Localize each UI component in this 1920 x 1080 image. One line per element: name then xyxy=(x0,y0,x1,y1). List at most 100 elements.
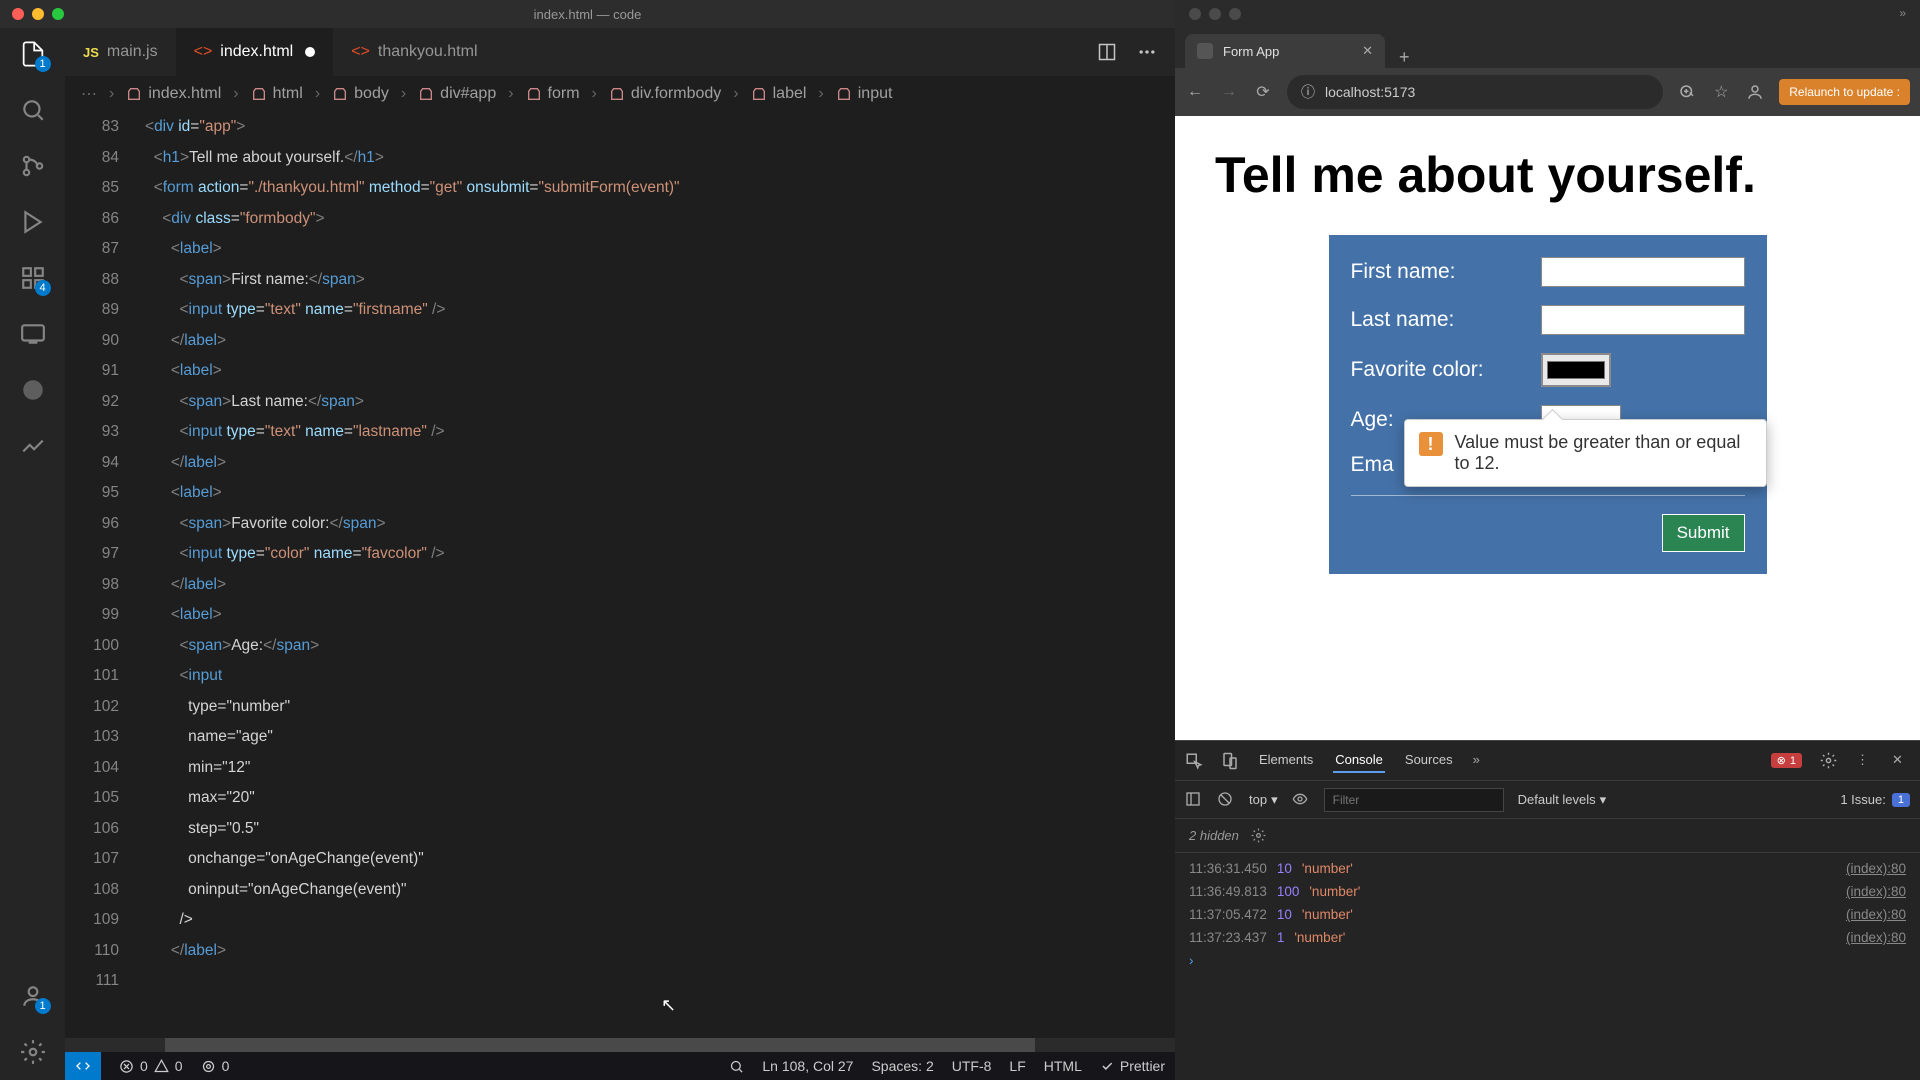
context-selector[interactable]: top▾ xyxy=(1249,792,1278,808)
errors-badge[interactable]: ⊗1 xyxy=(1771,753,1802,768)
console-log-row[interactable]: 11:36:31.45010'number'(index):80 xyxy=(1175,857,1920,880)
log-levels-selector[interactable]: Default levels▾ xyxy=(1518,792,1607,808)
browser-close-button[interactable] xyxy=(1189,8,1201,20)
page-content: Tell me about yourself. First name: Last… xyxy=(1175,116,1920,740)
extensions-badge: 4 xyxy=(35,280,51,296)
editor-tab-main-js[interactable]: JSmain.js xyxy=(65,28,176,76)
devtools-tab-bar: Elements Console Sources » ⊗1 ⋮ ✕ xyxy=(1175,741,1920,781)
eol-button[interactable]: LF xyxy=(1009,1058,1025,1074)
close-tab-icon[interactable]: ✕ xyxy=(1362,43,1373,59)
favcolor-input[interactable] xyxy=(1541,353,1611,387)
page-heading: Tell me about yourself. xyxy=(1215,146,1880,204)
breadcrumb-item[interactable]: div.formbody xyxy=(609,85,721,103)
inspect-icon[interactable] xyxy=(1185,752,1203,770)
editor-tab-index-html[interactable]: <>index.html xyxy=(176,28,334,76)
run-debug-icon[interactable] xyxy=(19,208,47,236)
breadcrumb-item[interactable]: form xyxy=(526,85,580,103)
vscode-window: index.html — code 1 4 xyxy=(0,0,1175,1080)
explorer-icon[interactable]: 1 xyxy=(19,40,47,68)
scrollbar-thumb[interactable] xyxy=(165,1038,1035,1052)
editor-tab-thankyou-html[interactable]: <>thankyou.html xyxy=(333,28,495,76)
maximize-window-button[interactable] xyxy=(52,8,64,20)
split-editor-icon[interactable] xyxy=(1097,42,1117,62)
breadcrumb-item[interactable]: index.html xyxy=(126,85,221,103)
traffic-lights xyxy=(0,8,64,20)
toggle-sidebar-icon[interactable] xyxy=(1185,791,1203,809)
devtools-tab-console[interactable]: Console xyxy=(1333,748,1385,773)
mac-titlebar: index.html — code xyxy=(0,0,1175,28)
remote-button[interactable] xyxy=(65,1052,101,1080)
more-actions-icon[interactable] xyxy=(1137,42,1157,62)
clear-console-icon[interactable] xyxy=(1217,791,1235,809)
address-bar[interactable]: ⓘ localhost:5173 xyxy=(1287,75,1663,109)
breadcrumb[interactable]: ⋯›index.html›html›body›div#app›form›div.… xyxy=(65,76,1175,112)
bookmark-icon[interactable]: ☆ xyxy=(1711,82,1731,102)
log-source-link[interactable]: (index):80 xyxy=(1846,884,1906,899)
firstname-input[interactable] xyxy=(1541,257,1745,287)
reload-button[interactable]: ⟳ xyxy=(1253,82,1273,102)
console-filter-input[interactable] xyxy=(1324,788,1504,812)
log-source-link[interactable]: (index):80 xyxy=(1846,907,1906,922)
close-window-button[interactable] xyxy=(12,8,24,20)
devtools-tab-elements[interactable]: Elements xyxy=(1257,748,1315,773)
log-source-link[interactable]: (index):80 xyxy=(1846,861,1906,876)
language-button[interactable]: HTML xyxy=(1044,1058,1082,1074)
accounts-icon[interactable]: 1 xyxy=(19,982,47,1010)
console-log-row[interactable]: 11:37:05.47210'number'(index):80 xyxy=(1175,903,1920,926)
zoom-icon[interactable] xyxy=(1677,82,1697,102)
code-lines[interactable]: <div id="app"> <h1>Tell me about yoursel… xyxy=(145,112,1175,1052)
devtools-menu-icon[interactable]: ⋮ xyxy=(1856,752,1874,770)
cursor-position[interactable]: Ln 108, Col 27 xyxy=(762,1058,853,1074)
console-log-row[interactable]: 11:36:49.813100'number'(index):80 xyxy=(1175,880,1920,903)
site-info-icon[interactable]: ⓘ xyxy=(1301,82,1315,102)
lastname-input[interactable] xyxy=(1541,305,1745,335)
zoom-button[interactable] xyxy=(729,1059,744,1074)
graph-icon[interactable] xyxy=(19,432,47,460)
devtools-settings-icon[interactable] xyxy=(1820,752,1838,770)
hidden-messages-row[interactable]: 2 hidden xyxy=(1175,819,1920,853)
horizontal-scrollbar[interactable] xyxy=(65,1038,1175,1052)
edge-tools-icon[interactable] xyxy=(19,376,47,404)
form: First name: Last name: Favorite color: A… xyxy=(1328,234,1768,575)
forward-button[interactable]: → xyxy=(1219,82,1239,102)
breadcrumb-item[interactable]: input xyxy=(836,85,893,103)
console-prompt[interactable]: › xyxy=(1175,949,1920,972)
ports-button[interactable]: 0 xyxy=(201,1058,230,1074)
search-icon[interactable] xyxy=(19,96,47,124)
minimize-window-button[interactable] xyxy=(32,8,44,20)
submit-button[interactable]: Submit xyxy=(1662,514,1745,552)
live-expression-icon[interactable] xyxy=(1292,791,1310,809)
devtools-tab-sources[interactable]: Sources xyxy=(1403,748,1455,773)
issues-button[interactable]: 1 Issue: 1 xyxy=(1840,792,1910,807)
source-control-icon[interactable] xyxy=(19,152,47,180)
relaunch-button[interactable]: Relaunch to update : xyxy=(1779,79,1910,105)
profile-icon[interactable] xyxy=(1745,82,1765,102)
back-button[interactable]: ← xyxy=(1185,82,1205,102)
breadcrumb-item[interactable]: html xyxy=(251,85,303,103)
prettier-button[interactable]: Prettier xyxy=(1100,1058,1165,1074)
indent-button[interactable]: Spaces: 2 xyxy=(871,1058,933,1074)
code-editor[interactable]: 8384858687888990919293949596979899100101… xyxy=(65,112,1175,1052)
devtools: Elements Console Sources » ⊗1 ⋮ ✕ top▾ Def… xyxy=(1175,740,1920,1080)
breadcrumb-item[interactable]: body xyxy=(332,85,389,103)
new-tab-button[interactable]: + xyxy=(1385,47,1424,68)
browser-toolbar: ← → ⟳ ⓘ localhost:5173 ☆ Relaunch to upd… xyxy=(1175,68,1920,116)
breadcrumb-item[interactable]: div#app xyxy=(418,85,496,103)
remote-icon[interactable] xyxy=(19,320,47,348)
extensions-icon[interactable]: 4 xyxy=(19,264,47,292)
log-source-link[interactable]: (index):80 xyxy=(1846,930,1906,945)
browser-minimize-button[interactable] xyxy=(1209,8,1221,20)
console-log-row[interactable]: 11:37:23.4371'number'(index):80 xyxy=(1175,926,1920,949)
browser-overflow-icon[interactable]: » xyxy=(1899,6,1906,20)
encoding-button[interactable]: UTF-8 xyxy=(952,1058,992,1074)
browser-tab[interactable]: Form App ✕ xyxy=(1185,34,1385,68)
problems-button[interactable]: 0 0 xyxy=(119,1058,183,1074)
console-output[interactable]: 11:36:31.45010'number'(index):8011:36:49… xyxy=(1175,853,1920,1080)
breadcrumb-item[interactable]: label xyxy=(751,85,807,103)
more-tabs-icon[interactable]: » xyxy=(1473,752,1491,770)
settings-icon[interactable] xyxy=(19,1038,47,1066)
close-devtools-icon[interactable]: ✕ xyxy=(1892,752,1910,770)
device-toggle-icon[interactable] xyxy=(1221,752,1239,770)
browser-maximize-button[interactable] xyxy=(1229,8,1241,20)
tab-favicon xyxy=(1197,43,1213,59)
